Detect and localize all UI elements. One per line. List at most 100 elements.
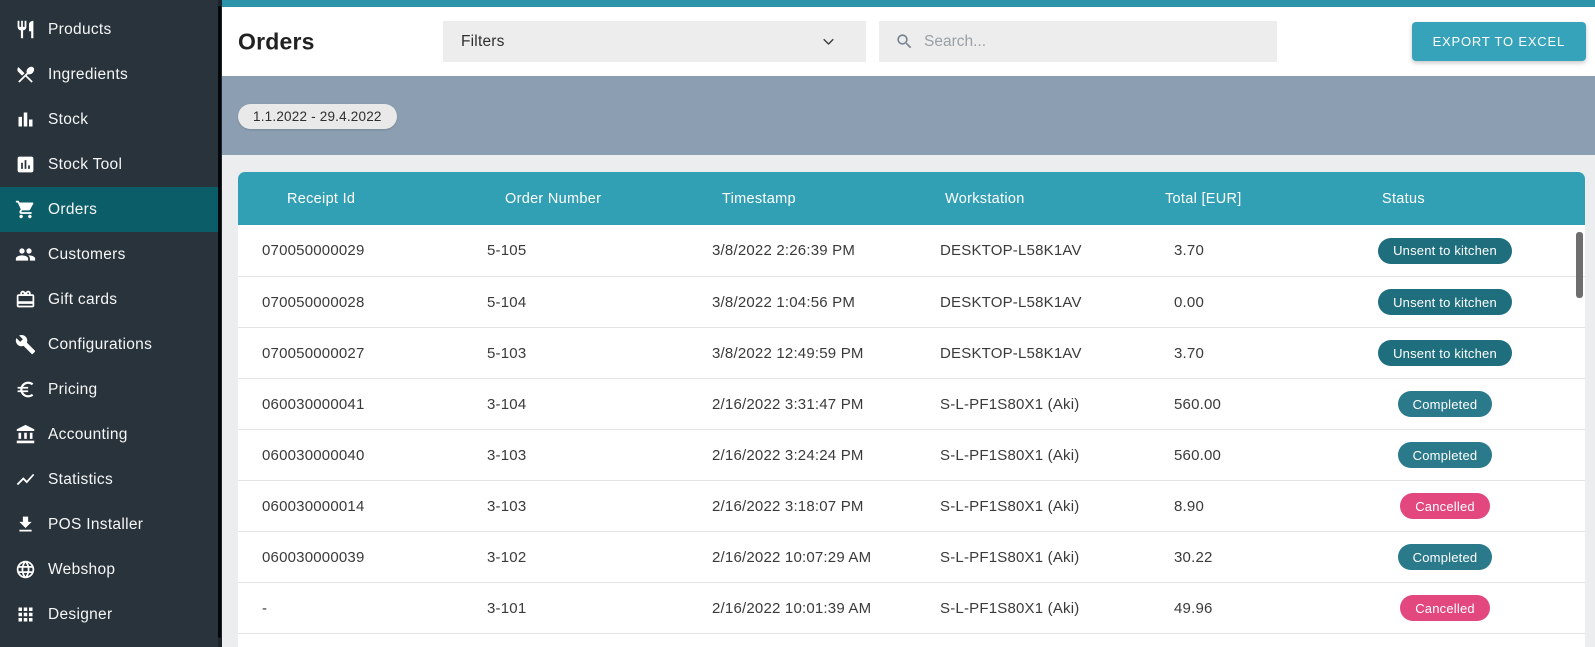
table-row[interactable]: 070050000028 5-104 3/8/2022 1:04:56 PM D… <box>238 276 1585 327</box>
sidebar-item-accounting[interactable]: Accounting <box>0 412 222 457</box>
table-row[interactable]: 070050000029 5-105 3/8/2022 2:26:39 PM D… <box>238 225 1585 276</box>
cell-receipt-id: 060030000039 <box>238 549 460 566</box>
sidebar-item-designer[interactable]: Designer <box>0 592 222 637</box>
sidebar-item-products[interactable]: Products <box>0 7 222 52</box>
column-header-timestamp: Timestamp <box>680 191 905 207</box>
sidebar-nav: Products Ingredients Stock Stock Tool Or… <box>0 0 222 637</box>
cell-workstation: S-L-PF1S80X1 (Aki) <box>905 600 1125 617</box>
cell-status: Completed <box>1345 544 1585 570</box>
cell-order-number: 5-104 <box>460 294 680 311</box>
sidebar-item-label: Products <box>48 21 112 39</box>
restaurant-icon <box>13 18 37 42</box>
cell-workstation: S-L-PF1S80X1 (Aki) <box>905 396 1125 413</box>
sidebar-item-ingredients[interactable]: Ingredients <box>0 52 222 97</box>
cell-receipt-id: 060030000041 <box>238 396 460 413</box>
page-title: Orders <box>238 28 315 55</box>
status-badge: Unsent to kitchen <box>1378 289 1512 315</box>
table-row[interactable]: - 3-101 2/16/2022 10:01:39 AM S-L-PF1S80… <box>238 582 1585 633</box>
cell-receipt-id: - <box>238 600 460 617</box>
cell-timestamp: 2/16/2022 3:31:47 PM <box>680 396 905 413</box>
cell-receipt-id: 070050000029 <box>238 242 460 259</box>
cell-total: 3.70 <box>1125 345 1345 362</box>
search-input[interactable] <box>924 33 1265 51</box>
sidebar-item-label: Stock Tool <box>48 156 122 174</box>
sidebar-item-label: Accounting <box>48 426 128 444</box>
cell-order-number: 3-103 <box>460 498 680 515</box>
chevron-down-icon <box>821 34 836 49</box>
sidebar-item-stock-tool[interactable]: Stock Tool <box>0 142 222 187</box>
sidebar-scrollbar-thumb[interactable] <box>218 6 221 638</box>
table-row[interactable]: 060030000014 3-103 2/16/2022 3:18:07 PM … <box>238 480 1585 531</box>
app-window: Products Ingredients Stock Stock Tool Or… <box>0 0 1595 647</box>
status-badge: Cancelled <box>1400 493 1490 519</box>
cell-status: Unsent to kitchen <box>1345 289 1585 315</box>
cell-timestamp: 2/16/2022 10:01:39 AM <box>680 600 905 617</box>
cell-receipt-id: 060030000040 <box>238 447 460 464</box>
cell-status: Completed <box>1345 391 1585 417</box>
cell-order-number: 3-104 <box>460 396 680 413</box>
cell-total: 0.00 <box>1125 294 1345 311</box>
sidebar-item-customers[interactable]: Customers <box>0 232 222 277</box>
stock-tool-icon <box>13 153 37 177</box>
orders-table: Receipt Id Order Number Timestamp Workst… <box>238 172 1585 647</box>
sidebar-item-label: Designer <box>48 606 112 624</box>
sidebar-item-label: Orders <box>48 201 97 219</box>
top-accent-strip <box>222 0 1595 7</box>
cart-icon <box>13 198 37 222</box>
download-icon <box>13 513 37 537</box>
euro-icon <box>13 378 37 402</box>
column-header-status: Status <box>1345 191 1585 207</box>
gift-card-icon <box>13 288 37 312</box>
grid-icon <box>13 603 37 627</box>
cell-status: Cancelled <box>1345 595 1585 621</box>
search-box <box>879 21 1277 62</box>
cell-timestamp: 3/8/2022 2:26:39 PM <box>680 242 905 259</box>
ingredients-icon <box>13 63 37 87</box>
filters-dropdown-label: Filters <box>461 33 821 51</box>
cell-timestamp: 2/16/2022 3:24:24 PM <box>680 447 905 464</box>
cell-total: 30.22 <box>1125 549 1345 566</box>
cell-timestamp: 3/8/2022 12:49:59 PM <box>680 345 905 362</box>
sidebar-item-statistics[interactable]: Statistics <box>0 457 222 502</box>
sidebar-item-label: Stock <box>48 111 88 129</box>
status-badge: Completed <box>1398 391 1493 417</box>
cell-workstation: S-L-PF1S80X1 (Aki) <box>905 549 1125 566</box>
status-badge: Completed <box>1398 544 1493 570</box>
page-header: Orders Filters EXPORT TO EXCEL <box>222 7 1595 76</box>
sidebar-item-pos-installer[interactable]: POS Installer <box>0 502 222 547</box>
sidebar-item-orders[interactable]: Orders <box>0 187 222 232</box>
cell-workstation: S-L-PF1S80X1 (Aki) <box>905 498 1125 515</box>
table-body: 070050000029 5-105 3/8/2022 2:26:39 PM D… <box>238 225 1585 633</box>
export-to-excel-button[interactable]: EXPORT TO EXCEL <box>1412 22 1586 61</box>
sidebar-item-configurations[interactable]: Configurations <box>0 322 222 367</box>
cell-receipt-id: 060030000014 <box>238 498 460 515</box>
table-row[interactable]: 060030000039 3-102 2/16/2022 10:07:29 AM… <box>238 531 1585 582</box>
cell-total: 8.90 <box>1125 498 1345 515</box>
main-content: Orders Filters EXPORT TO EXCEL 1.1.2022 … <box>222 0 1595 647</box>
cell-workstation: DESKTOP-L58K1AV <box>905 242 1125 259</box>
column-header-total: Total [EUR] <box>1125 191 1345 207</box>
sidebar-item-label: POS Installer <box>48 516 143 534</box>
table-scrollbar-thumb[interactable] <box>1576 232 1583 298</box>
cell-workstation: S-L-PF1S80X1 (Aki) <box>905 447 1125 464</box>
table-row[interactable]: 060030000040 3-103 2/16/2022 3:24:24 PM … <box>238 429 1585 480</box>
cell-order-number: 5-103 <box>460 345 680 362</box>
cell-status: Completed <box>1345 442 1585 468</box>
sidebar-item-pricing[interactable]: Pricing <box>0 367 222 412</box>
table-row[interactable]: 060030000041 3-104 2/16/2022 3:31:47 PM … <box>238 378 1585 429</box>
date-range-chip[interactable]: 1.1.2022 - 29.4.2022 <box>238 104 397 129</box>
sidebar-item-gift-cards[interactable]: Gift cards <box>0 277 222 322</box>
cell-status: Cancelled <box>1345 493 1585 519</box>
sidebar-item-webshop[interactable]: Webshop <box>0 547 222 592</box>
sidebar-item-stock[interactable]: Stock <box>0 97 222 142</box>
search-icon <box>895 32 914 51</box>
table-row[interactable]: 070050000027 5-103 3/8/2022 12:49:59 PM … <box>238 327 1585 378</box>
status-badge: Cancelled <box>1400 595 1490 621</box>
bar-chart-icon <box>13 108 37 132</box>
filters-dropdown[interactable]: Filters <box>443 21 866 62</box>
status-badge: Unsent to kitchen <box>1378 340 1512 366</box>
sidebar-item-label: Webshop <box>48 561 115 579</box>
status-badge: Completed <box>1398 442 1493 468</box>
cell-order-number: 3-103 <box>460 447 680 464</box>
filter-band: 1.1.2022 - 29.4.2022 <box>222 76 1595 155</box>
